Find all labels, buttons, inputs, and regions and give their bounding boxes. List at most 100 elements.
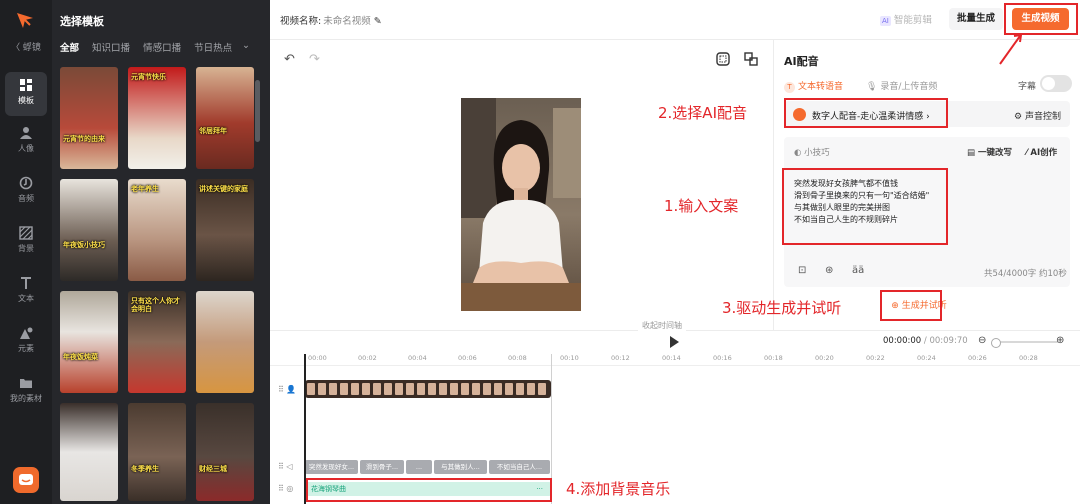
tab-all[interactable]: 全部 <box>60 43 79 54</box>
gear-icon: ⚙ <box>1014 112 1023 122</box>
video-name: 视频名称: 未命名视频 ✎ <box>280 13 382 27</box>
ruler-tick: 00:20 <box>815 354 834 362</box>
digital-human-preview[interactable] <box>461 98 581 311</box>
template-card[interactable]: 年夜饭炖菜 <box>60 291 118 393</box>
playback-bar: 收起时间轴 00:00:00 / 00:09:70 ⊖ ⊕ <box>270 320 1080 352</box>
rail-item-label: 文本 <box>18 294 34 303</box>
rail-item-background[interactable]: 背景 <box>5 220 47 264</box>
pencil-icon[interactable]: ✎ <box>374 16 382 27</box>
play-icon[interactable] <box>670 336 679 348</box>
rail-item-label: 背景 <box>18 244 34 253</box>
rail-item-audio[interactable]: 音频 <box>5 170 47 214</box>
text-track-handle[interactable]: ⠿ ◁ <box>278 462 298 471</box>
rail-item-label: 人像 <box>18 144 34 153</box>
template-card[interactable]: 讲述关键的家庭 <box>196 179 254 281</box>
chevron-down-icon[interactable]: ⌄ <box>242 40 250 51</box>
insert-pause-icon[interactable]: ⊡ <box>798 265 806 276</box>
tab-festival[interactable]: 节日热点 <box>194 43 232 54</box>
woman-portrait-image <box>461 98 581 311</box>
rail-item-text[interactable]: 文本 <box>5 270 47 314</box>
rewrite-button[interactable]: ▤ 一键改写 <box>967 146 1012 158</box>
rail-item-label: 元素 <box>18 344 34 353</box>
template-card[interactable]: 元宵节快乐 <box>128 67 186 169</box>
subtitle-toggle[interactable] <box>1040 75 1072 92</box>
template-card[interactable]: 冬季养生 <box>128 403 186 501</box>
document-icon: ▤ <box>967 148 976 158</box>
ruler-tick: 00:04 <box>408 354 427 362</box>
ai-create-button[interactable]: ⁄ AI创作 <box>1026 146 1057 158</box>
audio-icon <box>19 176 33 190</box>
polyphone-icon[interactable]: ⊛ <box>825 265 833 276</box>
rail-item-label: 模板 <box>18 96 34 105</box>
template-card[interactable]: 年夜饭小技巧 <box>60 179 118 281</box>
rail-item-label: 音频 <box>18 194 34 203</box>
video-name-label: 视频名称: <box>280 16 322 27</box>
tab-text-to-speech[interactable]: T 文本转语音 <box>784 79 843 93</box>
subtitle-clip[interactable]: 滑到骨子... <box>360 460 404 474</box>
tab-emotion[interactable]: 情感口播 <box>143 43 181 54</box>
annotation-step2: 2.选择AI配音 <box>658 104 747 122</box>
subtitle-clip[interactable]: 突然发现好女... <box>305 460 358 474</box>
ruler-tick: 00:28 <box>1019 354 1038 362</box>
redo-icon[interactable]: ↷ <box>309 52 320 67</box>
undo-icon[interactable]: ↶ <box>284 52 295 67</box>
rail-item-label: 我的素材 <box>10 394 42 403</box>
ai-edit-button[interactable]: AI 智能剪辑 <box>880 12 932 26</box>
ruler-tick: 00:00 <box>308 354 327 362</box>
time-readout: 00:00:00 / 00:09:70 <box>883 336 968 346</box>
annotation-step1: 1.输入文案 <box>664 197 739 215</box>
video-clip[interactable] <box>305 380 551 398</box>
template-card[interactable]: 老年养生 <box>128 179 186 281</box>
subtitle-clip[interactable]: 不如当自己人... <box>489 460 550 474</box>
zoom-in-icon[interactable]: ⊕ <box>1056 335 1064 346</box>
template-card[interactable]: 只有这个人你才会明白 <box>128 291 186 393</box>
tips-button[interactable]: ◐ 小技巧 <box>794 146 830 158</box>
zoom-out-icon[interactable]: ⊖ <box>978 335 986 346</box>
highlight-voice-selector <box>784 98 948 128</box>
ai-edit-label: 智能剪辑 <box>893 15 932 26</box>
music-track-handle[interactable]: ⠿ ◎ <box>278 484 298 493</box>
template-card[interactable]: 邻居拜年 <box>196 67 254 169</box>
rail-item-person[interactable]: 人像 <box>5 120 47 164</box>
person-track-icon: 👤 <box>286 385 297 394</box>
rail-item-my-assets[interactable]: 我的素材 <box>5 370 47 414</box>
video-filmstrip <box>307 383 546 395</box>
ruler-tick: 00:02 <box>358 354 377 362</box>
highlight-script <box>782 168 948 245</box>
annotation-step4: 4.添加背景音乐 <box>566 480 671 498</box>
template-card[interactable] <box>196 291 254 393</box>
tab-record-upload[interactable]: 🎙 录音/上传音频 <box>866 79 937 92</box>
video-name-value[interactable]: 未命名视频 <box>323 16 371 27</box>
ruler-tick: 00:18 <box>764 354 783 362</box>
ai-create-label: AI创作 <box>1030 148 1058 158</box>
top-bar: 视频名称: 未命名视频 ✎ AI 智能剪辑 批量生成 生成视频 <box>270 0 1080 40</box>
zoom-slider[interactable] <box>991 338 1058 348</box>
preview-canvas: ↶ ↷ <box>270 40 773 330</box>
tab-knowledge[interactable]: 知识口播 <box>92 43 130 54</box>
template-scrollbar[interactable] <box>255 80 260 142</box>
tab-tts-label: 文本转语音 <box>798 82 844 92</box>
ruler-tick: 00:08 <box>508 354 527 362</box>
template-card[interactable]: 财经三城 <box>196 403 254 501</box>
batch-generate-button[interactable]: 批量生成 <box>949 8 1003 30</box>
app-logo-icon[interactable] <box>14 9 36 31</box>
rail-item-template[interactable]: 模板 <box>5 72 47 116</box>
voice-control-button[interactable]: ⚙ 声音控制 <box>1014 109 1061 122</box>
video-track-handle[interactable]: ⠿ 👤 <box>278 385 298 394</box>
pinyin-icon[interactable]: ää <box>852 265 864 276</box>
ruler-tick: 00:26 <box>968 354 987 362</box>
voice-control-label: 声音控制 <box>1024 112 1061 122</box>
subtitle-clip[interactable]: ... <box>406 460 432 474</box>
arrow-icon <box>999 33 1023 65</box>
back-link[interactable]: 〈 蜉镜 <box>0 40 52 53</box>
layers-icon[interactable] <box>744 52 758 70</box>
help-chat-button[interactable] <box>13 467 39 493</box>
subtitle-label: 字幕 <box>1018 82 1037 92</box>
template-card[interactable] <box>60 403 118 501</box>
highlight-try-button <box>880 290 942 321</box>
collapse-timeline-button[interactable]: 收起时间轴 <box>638 320 686 331</box>
safe-area-icon[interactable] <box>716 52 730 70</box>
subtitle-clip[interactable]: 与其做别人... <box>434 460 487 474</box>
template-card[interactable]: 元宵节的由来 <box>60 67 118 169</box>
rail-item-elements[interactable]: 元素 <box>5 320 47 364</box>
